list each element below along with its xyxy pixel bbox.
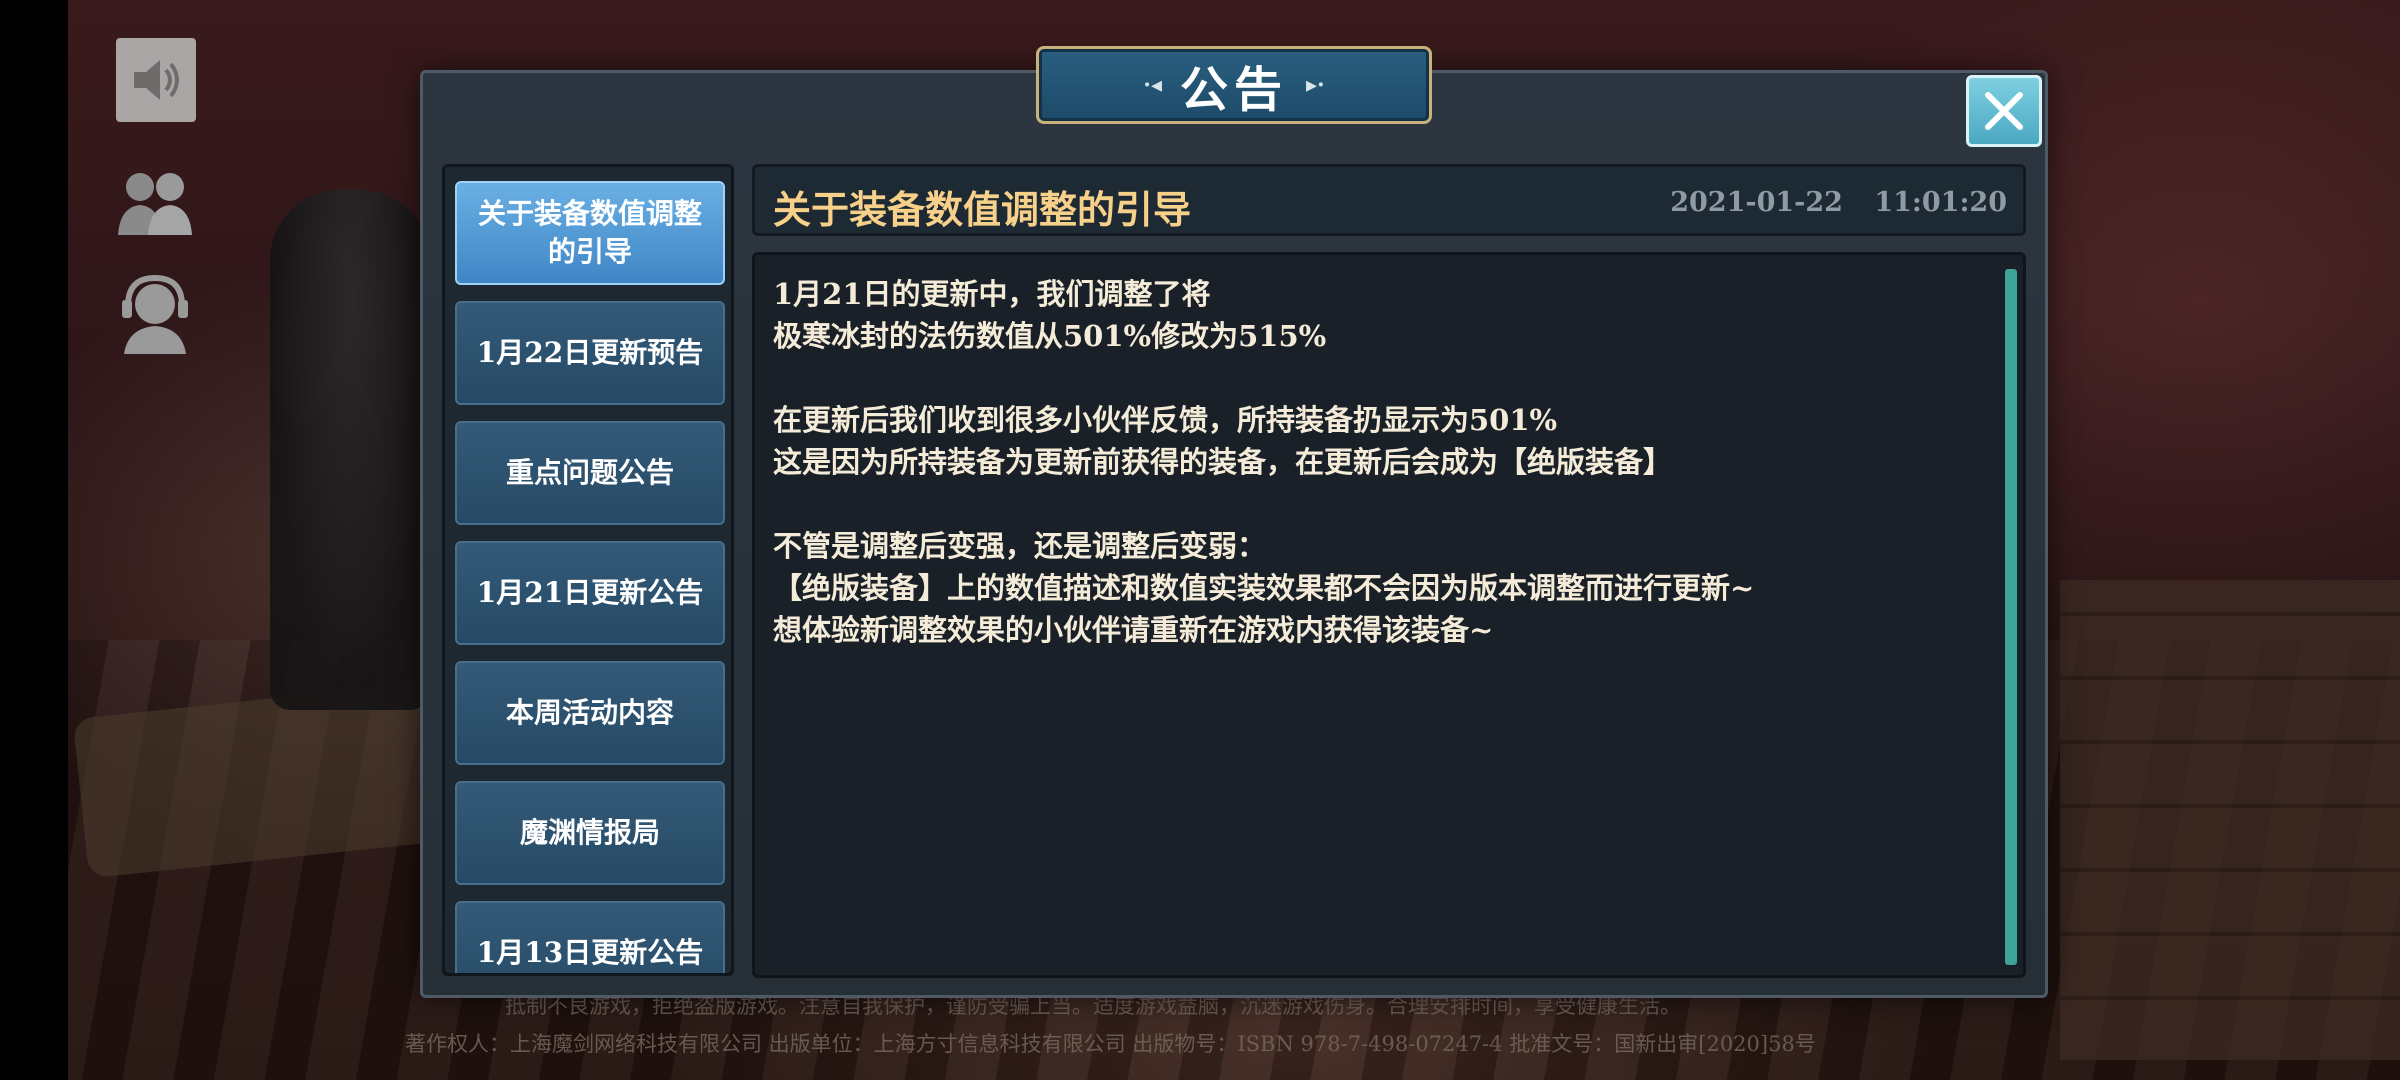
article-line: 极寒冰封的法伤数值从501%修改为515% [773, 319, 1327, 353]
dialog-title-plate: ·◂ 公告 ▸· [1036, 46, 1432, 124]
friends-icon[interactable] [110, 158, 200, 248]
tab-jan13-update[interactable]: 1月13日更新公告 [455, 901, 725, 973]
article-line: 在更新后我们收到很多小伙伴反馈，所持装备扔显示为501% [773, 403, 1558, 437]
article-date: 2021-01-22 11:01:20 [1670, 187, 2007, 218]
tab-jan22-preview[interactable]: 1月22日更新预告 [455, 301, 725, 405]
tab-jan21-update[interactable]: 1月21日更新公告 [455, 541, 725, 645]
article-line [773, 483, 1973, 525]
article-scrollbar[interactable] [2005, 269, 2017, 965]
article-line: 【绝版装备】上的数值描述和数值实装效果都不会因为版本调整而进行更新~ [773, 571, 1755, 605]
screen-cutout-bar [0, 0, 68, 1080]
support-headset-icon[interactable] [110, 268, 200, 358]
tab-abyss-intel[interactable]: 魔渊情报局 [455, 781, 725, 885]
dialog-title: 公告 [1179, 62, 1288, 118]
tab-equipment-adjustment[interactable]: 关于装备数值调整的引导 [455, 181, 725, 285]
article-line: 1月21日的更新中，我们调整了将 [773, 277, 1211, 311]
tab-weekly-events[interactable]: 本周活动内容 [455, 661, 725, 765]
article-line: 不管是调整后变强，还是调整后变弱： [773, 529, 1267, 563]
title-ornament-left: ·◂ [1143, 72, 1162, 98]
title-ornament-right: ▸· [1306, 72, 1325, 98]
speaker-icon[interactable] [116, 38, 196, 122]
article-body[interactable]: 1月21日的更新中，我们调整了将 极寒冰封的法伤数值从501%修改为515% 在… [752, 252, 2026, 978]
article-line [773, 357, 1973, 399]
announcement-tab-list[interactable]: 关于装备数值调整的引导 1月22日更新预告 重点问题公告 1月21日更新公告 本… [442, 164, 734, 976]
close-icon [1985, 92, 2023, 130]
tab-key-issues[interactable]: 重点问题公告 [455, 421, 725, 525]
close-button[interactable] [1966, 75, 2042, 147]
article-line: 想体验新调整效果的小伙伴请重新在游戏内获得该装备~ [773, 613, 1494, 647]
article-header: 关于装备数值调整的引导 2021-01-22 11:01:20 [752, 164, 2026, 236]
article-text: 1月21日的更新中，我们调整了将 极寒冰封的法伤数值从501%修改为515% 在… [773, 273, 1973, 651]
wooden-crates [2060, 580, 2400, 1060]
article-line: 这是因为所持装备为更新前获得的装备，在更新后会成为【绝版装备】 [773, 445, 1673, 479]
article-title: 关于装备数值调整的引导 [773, 187, 1192, 232]
hooded-figure [270, 190, 430, 710]
publisher-info-text: 著作权人：上海魔剑网络科技有限公司 出版单位：上海方寸信息科技有限公司 出版物号… [405, 1032, 1816, 1056]
